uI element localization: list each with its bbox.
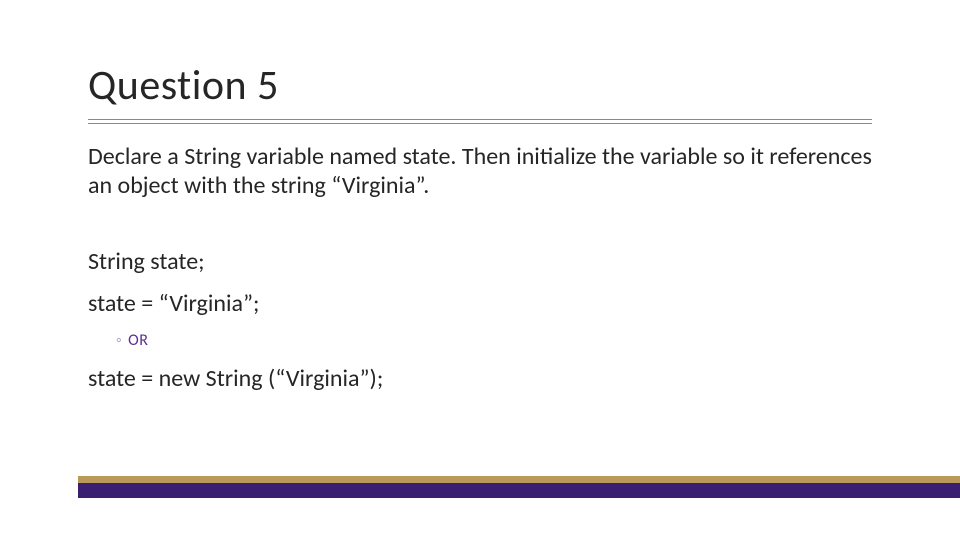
answer-line-1: String state; <box>88 247 872 277</box>
slide-title: Question 5 <box>88 60 872 111</box>
slide: Question 5 Declare a String variable nam… <box>0 0 960 540</box>
bullet-icon: ◦ <box>116 331 122 350</box>
stripe-gold <box>78 476 960 483</box>
answer-line-2: state = “Virginia”; <box>88 289 872 319</box>
question-prompt: Declare a String variable named state. T… <box>88 142 872 201</box>
or-label: OR <box>128 331 148 350</box>
stripe-purple <box>78 483 960 498</box>
or-separator: ◦ OR <box>116 331 872 350</box>
title-underline <box>88 119 872 124</box>
slide-content: Question 5 Declare a String variable nam… <box>88 60 872 406</box>
footer-stripe <box>78 476 960 498</box>
answer-line-3: state = new String (“Virginia”); <box>88 364 872 394</box>
